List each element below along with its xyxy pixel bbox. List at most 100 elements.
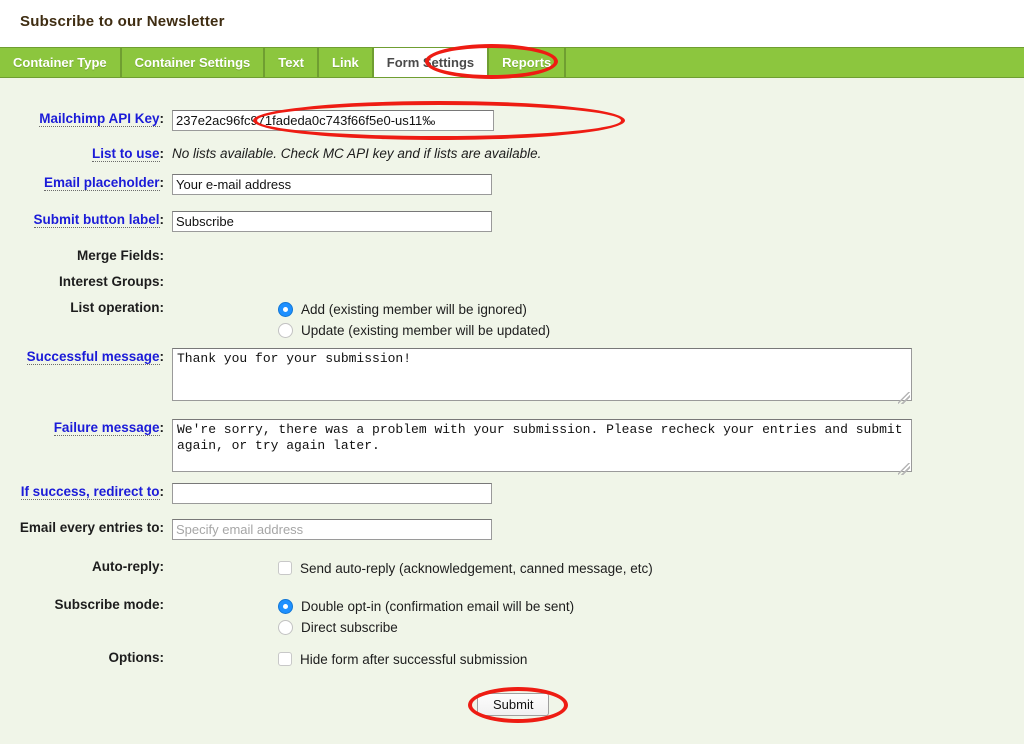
label-email-entries: Email every entries to: [0,519,172,537]
label-email-entries-colon: : [159,520,165,535]
field-auto-reply: Send auto-reply (acknowledgement, canned… [172,558,653,579]
label-subscribe-mode: Subscribe mode: [0,596,172,614]
failure-message-wrap: We're sorry, there was a problem with yo… [172,419,912,477]
redirect-input[interactable] [172,483,492,504]
label-interest-groups: Interest Groups: [0,273,172,291]
page-title: Subscribe to our Newsletter [20,13,225,30]
list-to-use-note: No lists available. Check MC API key and… [172,146,542,161]
label-merge-fields: Merge Fields: [0,247,172,265]
successful-message-wrap: Thank you for your submission! [172,348,912,406]
row-merge-fields: Merge Fields: [0,247,172,265]
row-auto-reply: Auto-reply: Send auto-reply (acknowledge… [0,558,653,579]
label-options: Options: [0,649,172,667]
label-api-key: Mailchimp API Key: [0,110,172,128]
option-label: Double opt-in (confirmation email will b… [301,598,575,614]
label-list-to-use: List to use: [0,145,172,163]
label-auto-reply-text: Auto-reply [92,559,160,574]
label-merge-fields-text: Merge Fields [76,248,160,263]
label-options-colon: : [159,650,165,665]
field-email-entries [172,519,492,540]
label-list-operation-text: List operation [70,300,160,315]
label-email-placeholder-link[interactable]: Email placeholder [43,175,160,191]
tab-bar-filler [566,48,1024,77]
label-api-key-colon: : [159,111,165,126]
row-redirect: If success, redirect to: [0,483,492,504]
tab-bar: Container Type Container Settings Text L… [0,47,1024,78]
option-label: Add (existing member will be ignored) [301,301,527,317]
submit-button-wrap: Submit [477,693,550,716]
auto-reply-option[interactable]: Send auto-reply (acknowledgement, canned… [278,558,653,578]
label-redirect: If success, redirect to: [0,483,172,501]
label-failure-message-link[interactable]: Failure message [53,420,160,436]
successful-message-textarea[interactable]: Thank you for your submission! [172,348,912,401]
label-email-entries-text: Email every entries to [19,520,160,535]
label-successful-message: Successful message: [0,348,172,366]
tab-link[interactable]: Link [319,48,374,77]
row-list-operation: List operation: Add (existing member wil… [0,299,550,341]
label-email-placeholder: Email placeholder: [0,174,172,192]
submit-button-label-input[interactable] [172,211,492,232]
option-label: Direct subscribe [301,619,398,635]
tab-label: Container Settings [134,55,251,70]
row-email-entries: Email every entries to: [0,519,492,540]
label-list-to-use-colon: : [159,146,165,161]
options-hide-form[interactable]: Hide form after successful submission [278,649,527,669]
row-interest-groups: Interest Groups: [0,273,172,291]
radio-icon[interactable] [278,301,293,317]
radio-icon[interactable] [278,598,293,614]
field-redirect [172,483,492,504]
label-submit-button-label: Submit button label: [0,211,172,229]
tab-text[interactable]: Text [265,48,320,77]
label-failure-message: Failure message: [0,419,172,437]
option-label: Hide form after successful submission [300,651,528,667]
label-auto-reply-colon: : [159,559,165,574]
field-subscribe-mode: Double opt-in (confirmation email will b… [172,596,574,638]
radio-icon[interactable] [278,322,293,338]
label-auto-reply: Auto-reply: [0,558,172,576]
label-merge-fields-colon: : [159,248,165,263]
tab-label: Link [332,55,359,70]
field-options: Hide form after successful submission [172,649,527,670]
label-subscribe-mode-colon: : [159,597,165,612]
label-interest-groups-text: Interest Groups [58,274,160,289]
radio-icon[interactable] [278,619,293,635]
api-key-input[interactable] [172,110,494,131]
tab-container-settings[interactable]: Container Settings [122,48,266,77]
label-submit-button-label-link[interactable]: Submit button label [33,212,160,228]
label-redirect-link[interactable]: If success, redirect to [20,484,160,500]
label-list-operation-colon: : [159,300,165,315]
label-list-to-use-link[interactable]: List to use [91,146,160,162]
label-interest-groups-colon: : [159,274,165,289]
tab-container-type[interactable]: Container Type [0,48,122,77]
email-placeholder-input[interactable] [172,174,492,195]
row-submit-button-label: Submit button label: [0,211,492,232]
label-successful-message-link[interactable]: Successful message [26,349,160,365]
submit-button[interactable]: Submit [477,693,550,716]
list-operation-option-update[interactable]: Update (existing member will be updated) [278,320,550,340]
label-redirect-colon: : [159,484,165,499]
label-subscribe-mode-text: Subscribe mode [54,597,160,612]
row-subscribe-mode: Subscribe mode: Double opt-in (confirmat… [0,596,574,638]
field-email-placeholder [172,174,492,195]
label-api-key-link[interactable]: Mailchimp API Key [39,111,160,127]
subscribe-mode-option-double-optin[interactable]: Double opt-in (confirmation email will b… [278,596,574,616]
field-list-operation: Add (existing member will be ignored) Up… [172,299,550,341]
row-successful-message: Successful message: Thank you for your s… [0,348,912,406]
field-submit-button-label [172,211,492,232]
field-failure-message: We're sorry, there was a problem with yo… [172,419,912,477]
tab-form-settings[interactable]: Form Settings [373,48,490,77]
row-email-placeholder: Email placeholder: [0,174,492,195]
checkbox-icon[interactable] [278,652,292,666]
list-operation-option-add[interactable]: Add (existing member will be ignored) [278,299,550,319]
failure-message-textarea[interactable]: We're sorry, there was a problem with yo… [172,419,912,472]
tab-label: Text [278,55,305,70]
email-entries-input[interactable] [172,519,492,540]
subscribe-mode-option-direct[interactable]: Direct subscribe [278,617,574,637]
label-submit-button-label-colon: : [159,212,165,227]
field-api-key [172,110,494,131]
tab-label: Reports [502,55,552,70]
tab-label: Container Type [13,55,107,70]
tab-reports[interactable]: Reports [489,48,567,77]
label-email-placeholder-colon: : [159,175,165,190]
checkbox-icon[interactable] [278,561,292,575]
